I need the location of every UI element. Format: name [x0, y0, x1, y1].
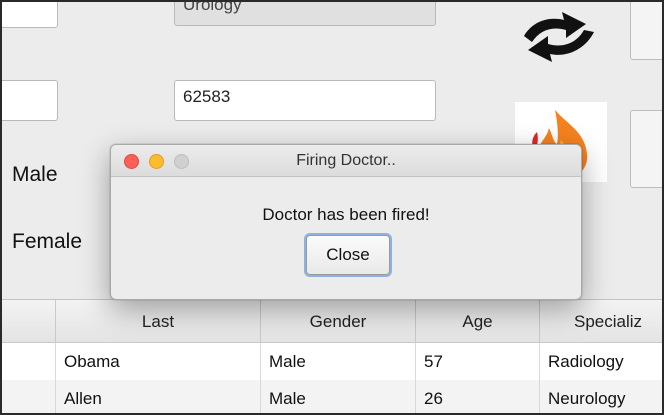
side-button-top[interactable] [630, 2, 662, 60]
firing-doctor-dialog: Firing Doctor.. Doctor has been fired! C… [110, 144, 582, 300]
window-minimize-icon[interactable] [149, 154, 164, 169]
close-button[interactable]: Close [306, 235, 390, 275]
cell-first [2, 343, 56, 380]
refresh-icon[interactable] [510, 2, 606, 70]
cell-gender: Male [261, 343, 416, 380]
last-name-field[interactable] [2, 80, 58, 121]
column-header-gender[interactable]: Gender [261, 300, 416, 343]
gender-radio-male[interactable]: Male [12, 163, 58, 187]
app-window: Urology 62583 Male Female Last Gender Ag… [0, 0, 664, 415]
gender-male-label: Male [12, 163, 58, 186]
cell-last: Allen [56, 380, 261, 413]
window-maximize-icon [174, 154, 189, 169]
dialog-message: Doctor has been fired! [262, 205, 430, 224]
doctor-id-value: 62583 [183, 87, 231, 106]
cell-last: Obama [56, 343, 261, 380]
specialization-value: Urology [183, 0, 242, 14]
table-row[interactable]: Allen Male 26 Neurology [2, 380, 662, 413]
column-header-first[interactable] [2, 300, 56, 343]
side-button-middle[interactable] [630, 110, 662, 188]
column-header-age[interactable]: Age [416, 300, 540, 343]
table-row[interactable]: Obama Male 57 Radiology [2, 343, 662, 380]
cell-specialization: Radiology [540, 343, 662, 380]
cell-age: 26 [416, 380, 540, 413]
gender-female-label: Female [12, 230, 83, 253]
window-close-icon[interactable] [124, 154, 139, 169]
column-header-specialization[interactable]: Specializ [540, 300, 662, 343]
dialog-titlebar[interactable]: Firing Doctor.. [111, 145, 581, 177]
cell-gender: Male [261, 380, 416, 413]
doctors-table: Last Gender Age Specializ Obama Male 57 … [2, 299, 662, 413]
cell-age: 57 [416, 343, 540, 380]
doctor-id-field[interactable]: 62583 [174, 80, 436, 121]
gender-radio-female[interactable]: Female [12, 230, 82, 254]
cell-specialization: Neurology [540, 380, 662, 413]
first-name-field[interactable] [2, 2, 58, 28]
cell-first [2, 380, 56, 413]
specialization-field[interactable]: Urology [174, 0, 436, 26]
column-header-last[interactable]: Last [56, 300, 261, 343]
